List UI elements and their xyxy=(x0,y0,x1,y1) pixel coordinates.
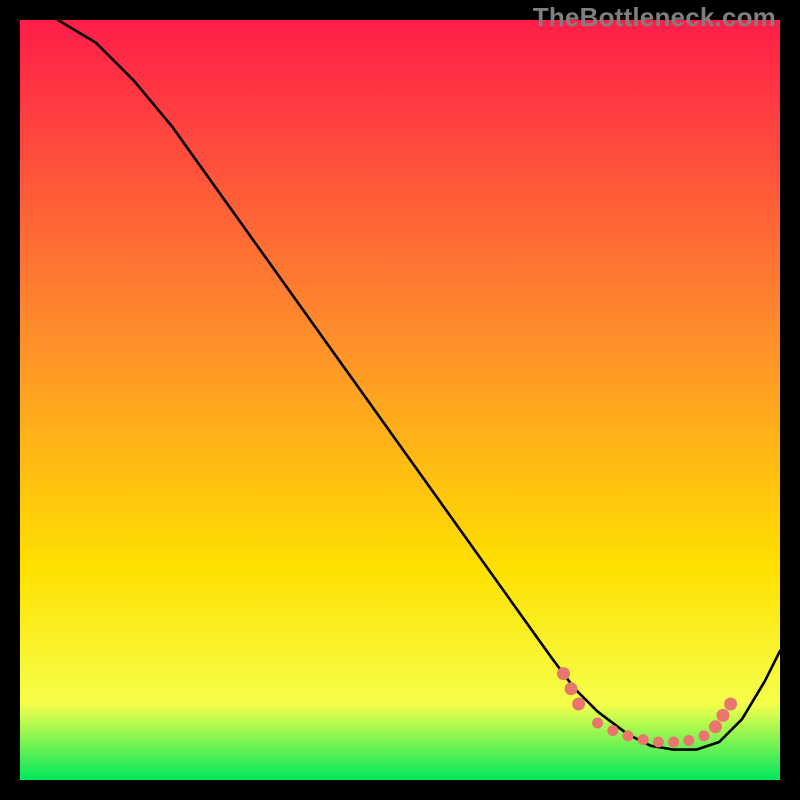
marker-dot xyxy=(653,737,664,748)
gradient-background xyxy=(20,20,780,780)
marker-dot xyxy=(565,682,578,695)
marker-dot xyxy=(717,709,730,722)
chart-frame xyxy=(20,20,780,780)
marker-dot xyxy=(623,730,634,741)
marker-dot xyxy=(683,735,694,746)
marker-dot xyxy=(607,725,618,736)
marker-dot xyxy=(724,698,737,711)
bottleneck-chart xyxy=(20,20,780,780)
marker-dot xyxy=(592,718,603,729)
marker-dot xyxy=(709,720,722,733)
marker-dot xyxy=(668,737,679,748)
marker-dot xyxy=(572,698,585,711)
marker-dot xyxy=(638,734,649,745)
watermark-text: TheBottleneck.com xyxy=(533,2,776,33)
marker-dot xyxy=(699,730,710,741)
marker-dot xyxy=(557,667,570,680)
